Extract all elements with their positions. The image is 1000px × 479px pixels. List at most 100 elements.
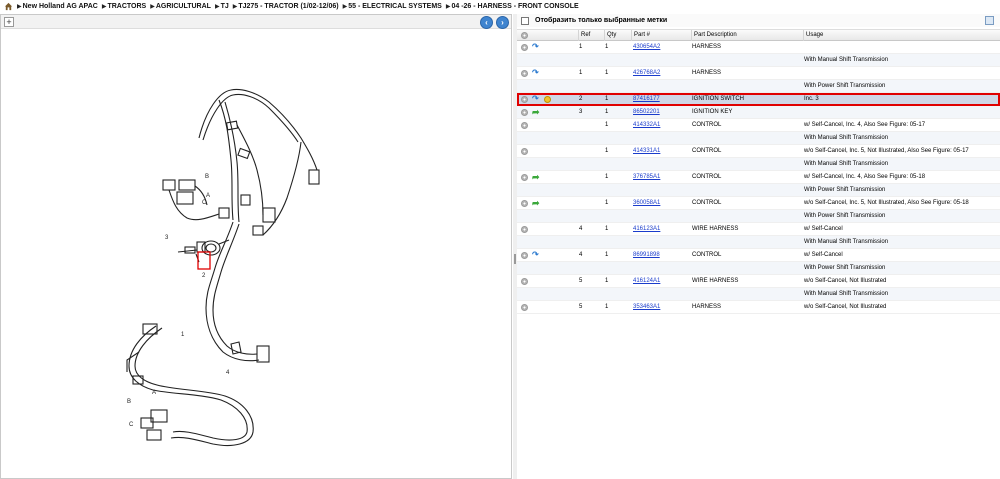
part-number-link[interactable]: 86502201: [633, 106, 691, 119]
table-row[interactable]: 5 1 353463A1 HARNESS w/o Self-Cancel, Not Il…: [517, 301, 1000, 314]
usage-cell: w/o Self-Cancel, Not Illustrated: [804, 304, 887, 310]
next-figure-button[interactable]: ›: [496, 16, 509, 29]
table-row[interactable]: ➦ 3 1 86502201 IGNITION KEY: [517, 106, 1000, 119]
ref-cell: [579, 236, 603, 249]
exploded-diagram[interactable]: 1 2 3 4 A B C A B C: [1, 30, 511, 478]
breadcrumb-arrow-icon: ▶: [101, 4, 107, 10]
note-icon[interactable]: [544, 96, 551, 103]
table-row[interactable]: 1 414332A1 CONTROL w/ Self-Cancel, Inc. 4, …: [517, 119, 1000, 132]
table-row-selected[interactable]: ↷ 2 1 87416177 IGNITION SWITCH Inc. 3: [517, 93, 1000, 106]
table-row[interactable]: ➦ 1 360058A1 CONTROL w/o Self-Cancel, Inc. 5…: [517, 197, 1000, 210]
usage-cell: With Manual Shift Transmission: [804, 135, 889, 141]
ref-cell: 1: [579, 70, 583, 76]
part-number-link[interactable]: 426768A2: [633, 67, 691, 80]
qty-cell: 1: [605, 148, 609, 154]
header-part-description[interactable]: Part Description: [692, 30, 804, 41]
show-selected-only-label[interactable]: Отобразить только выбранные метки: [535, 17, 667, 24]
diagram-toolbar: + ‹ ›: [1, 15, 511, 29]
table-row[interactable]: ↷ 1 1 430654A2 HARNESS: [517, 41, 1000, 54]
part-number-link[interactable]: 416123A1: [633, 223, 691, 236]
previous-figure-button[interactable]: ‹: [480, 16, 493, 29]
breadcrumb-item[interactable]: TJ275 - TRACTOR (1/02-12/06): [238, 3, 338, 10]
part-number-link[interactable]: 87416177: [633, 93, 691, 106]
table-row[interactable]: With Manual Shift Transmission: [517, 236, 1000, 249]
add-to-cart-icon[interactable]: [521, 174, 528, 181]
part-number-link: [633, 288, 691, 301]
part-number-link[interactable]: 360058A1: [633, 197, 691, 210]
table-row[interactable]: With Power Shift Transmission: [517, 184, 1000, 197]
splitter-grip-icon[interactable]: [514, 254, 516, 264]
header-qty[interactable]: Qty: [605, 30, 632, 41]
table-row[interactable]: 1 414331A1 CONTROL w/o Self-Cancel, Inc. 5,…: [517, 145, 1000, 158]
show-selected-only-checkbox[interactable]: [521, 16, 529, 25]
replacement-arrow-icon[interactable]: ➦: [532, 108, 541, 117]
usage-cell: w/o Self-Cancel, Inc. 5, Not Illustrated…: [804, 148, 969, 154]
add-to-cart-icon[interactable]: [521, 226, 528, 233]
substitute-arrow-icon[interactable]: ↷: [532, 251, 540, 259]
table-row[interactable]: ↷ 4 1 86991898 CONTROL w/ Self-Cancel: [517, 249, 1000, 262]
table-row[interactable]: 5 1 416124A1 WIRE HARNESS w/o Self-Cancel, N…: [517, 275, 1000, 288]
table-row[interactable]: With Power Shift Transmission: [517, 80, 1000, 93]
part-number-link[interactable]: 86991898: [633, 249, 691, 262]
ref-cell: 2: [579, 96, 583, 102]
breadcrumb-item[interactable]: 55 - ELECTRICAL SYSTEMS: [348, 3, 442, 10]
add-to-cart-icon[interactable]: [521, 278, 528, 285]
breadcrumb-item[interactable]: TJ: [221, 3, 229, 10]
table-row[interactable]: ↷ 1 1 426768A2 HARNESS: [517, 67, 1000, 80]
header-usage[interactable]: Usage: [804, 30, 1000, 41]
ref-cell: [579, 54, 603, 67]
add-to-cart-icon[interactable]: [521, 122, 528, 129]
table-row[interactable]: ➦ 1 376785A1 CONTROL w/ Self-Cancel, Inc. 4,…: [517, 171, 1000, 184]
qty-cell: [605, 80, 629, 93]
qty-cell: [605, 288, 629, 301]
expand-all-icon[interactable]: [521, 32, 528, 39]
window-icon[interactable]: [985, 16, 994, 25]
breadcrumb-item[interactable]: New Holland AG APAC: [23, 3, 98, 10]
part-description-cell: CONTROL: [692, 122, 722, 128]
table-row[interactable]: With Manual Shift Transmission: [517, 158, 1000, 171]
breadcrumb-item[interactable]: TRACTORS: [107, 3, 146, 10]
table-row[interactable]: With Power Shift Transmission: [517, 210, 1000, 223]
zoom-in-button[interactable]: +: [4, 17, 14, 27]
substitute-arrow-icon[interactable]: ↷: [532, 69, 540, 77]
replacement-arrow-icon[interactable]: ➦: [532, 173, 541, 182]
add-to-cart-icon[interactable]: [521, 252, 528, 259]
add-to-cart-icon[interactable]: [521, 109, 528, 116]
breadcrumb-item[interactable]: AGRICULTURAL: [156, 3, 211, 10]
table-row[interactable]: With Power Shift Transmission: [517, 262, 1000, 275]
qty-cell: [605, 158, 629, 171]
ref-cell: [579, 80, 603, 93]
ref-cell: 5: [579, 278, 583, 284]
qty-cell: [605, 54, 629, 67]
part-number-link[interactable]: 416124A1: [633, 275, 691, 288]
replacement-arrow-icon[interactable]: ➦: [532, 199, 541, 208]
table-row[interactable]: 4 1 416123A1 WIRE HARNESS w/ Self-Cancel: [517, 223, 1000, 236]
part-description-cell: CONTROL: [692, 148, 722, 154]
qty-cell: 1: [605, 226, 609, 232]
part-number-link[interactable]: 414332A1: [633, 119, 691, 132]
add-to-cart-icon[interactable]: [521, 148, 528, 155]
add-to-cart-icon[interactable]: [521, 304, 528, 311]
usage-cell: With Power Shift Transmission: [804, 187, 886, 193]
table-row[interactable]: With Manual Shift Transmission: [517, 54, 1000, 67]
header-ref[interactable]: Ref: [579, 30, 605, 41]
part-description-cell: [692, 132, 802, 145]
table-row[interactable]: With Manual Shift Transmission: [517, 288, 1000, 301]
callout-label: C: [202, 200, 207, 206]
callout-label: B: [127, 399, 131, 405]
header-part-number[interactable]: Part #: [632, 30, 692, 41]
home-icon[interactable]: [4, 2, 13, 11]
substitute-arrow-icon[interactable]: ↷: [532, 43, 540, 51]
add-to-cart-icon[interactable]: [521, 200, 528, 207]
substitute-arrow-icon[interactable]: ↷: [532, 95, 540, 103]
part-number-link[interactable]: 353463A1: [633, 301, 691, 314]
part-number-link[interactable]: 376785A1: [633, 171, 691, 184]
add-to-cart-icon[interactable]: [521, 96, 528, 103]
part-number-link[interactable]: 430654A2: [633, 41, 691, 54]
add-to-cart-icon[interactable]: [521, 44, 528, 51]
qty-cell: 1: [605, 174, 609, 180]
part-number-link[interactable]: 414331A1: [633, 145, 691, 158]
table-row[interactable]: With Manual Shift Transmission: [517, 132, 1000, 145]
add-to-cart-icon[interactable]: [521, 70, 528, 77]
ref-cell: [579, 210, 603, 223]
